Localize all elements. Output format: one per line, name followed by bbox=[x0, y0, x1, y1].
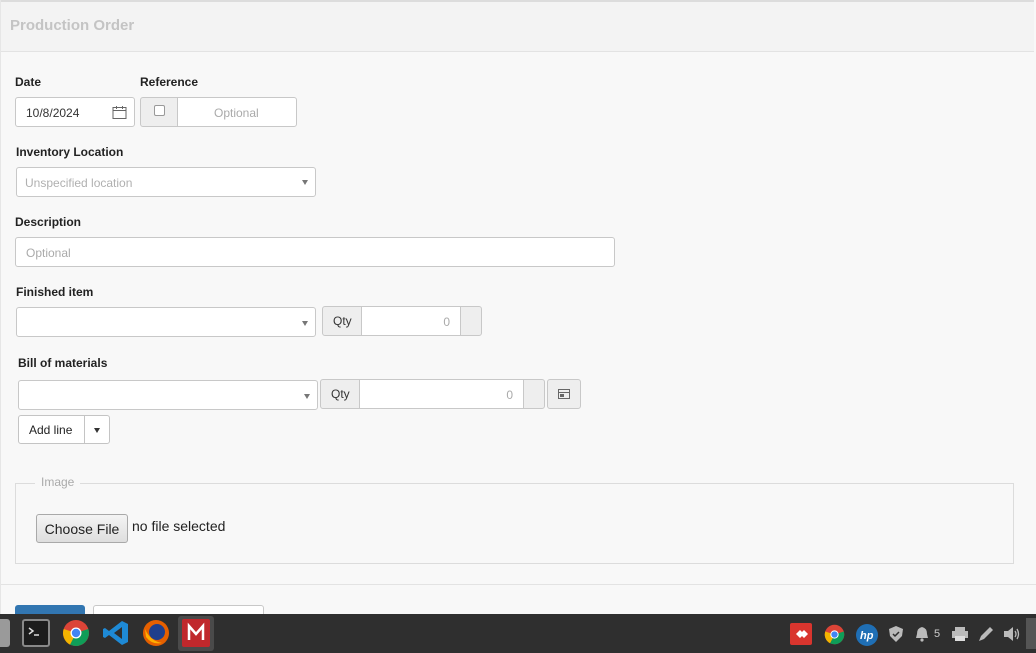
page-header: Production Order bbox=[1, 0, 1034, 52]
finished-item-label: Finished item bbox=[16, 285, 94, 299]
reference-placeholder: Optional bbox=[214, 106, 259, 120]
active-app-highlight bbox=[178, 616, 214, 651]
inventory-location-select[interactable]: Unspecified location bbox=[16, 167, 316, 197]
finished-item-qty-addon: Qty bbox=[322, 306, 362, 336]
reference-label: Reference bbox=[140, 75, 199, 89]
inventory-location-placeholder: Unspecified location bbox=[25, 176, 133, 190]
notification-count: 5 bbox=[934, 628, 941, 640]
choose-file-button[interactable]: Choose File bbox=[36, 514, 128, 543]
volume-icon[interactable] bbox=[1003, 625, 1021, 643]
hp-icon[interactable]: hp bbox=[855, 623, 879, 647]
finished-item-select[interactable] bbox=[16, 307, 316, 337]
secondary-button[interactable] bbox=[93, 605, 264, 614]
notification-bell-icon[interactable] bbox=[913, 625, 931, 643]
pen-icon[interactable] bbox=[977, 625, 995, 643]
printer-icon[interactable] bbox=[951, 625, 969, 643]
file-status: no file selected bbox=[132, 518, 226, 534]
taskbar: hp 5 bbox=[0, 614, 1036, 653]
bom-qty-addon: Qty bbox=[320, 379, 360, 409]
chrome-icon[interactable] bbox=[62, 619, 90, 647]
add-line-button[interactable]: Add line bbox=[18, 415, 85, 444]
finished-item-qty-label: Qty bbox=[333, 314, 352, 328]
finished-item-unit-addon bbox=[460, 306, 482, 336]
chevron-down-icon bbox=[304, 394, 310, 399]
page-title: Production Order bbox=[10, 17, 135, 34]
date-value: 10/8/2024 bbox=[26, 106, 80, 120]
bom-qty-value: 0 bbox=[506, 388, 513, 402]
mail-icon[interactable] bbox=[182, 619, 210, 647]
calendar-icon[interactable] bbox=[112, 105, 127, 120]
add-line-label: Add line bbox=[29, 423, 73, 437]
clock-area[interactable] bbox=[1026, 618, 1036, 649]
add-line-dropdown-toggle[interactable] bbox=[84, 415, 110, 444]
bill-of-materials-select[interactable] bbox=[18, 380, 318, 410]
files-icon[interactable] bbox=[0, 619, 10, 647]
description-placeholder: Optional bbox=[26, 246, 71, 260]
footer-divider bbox=[1, 584, 1036, 585]
shield-icon[interactable] bbox=[887, 625, 905, 643]
card-icon bbox=[558, 389, 570, 399]
description-input[interactable]: Optional bbox=[15, 237, 615, 267]
chevron-down-icon bbox=[302, 321, 308, 326]
firefox-icon[interactable] bbox=[142, 619, 170, 647]
finished-item-qty-input[interactable]: 0 bbox=[361, 306, 461, 336]
date-input[interactable]: 10/8/2024 bbox=[15, 97, 135, 127]
finished-item-qty-value: 0 bbox=[443, 315, 450, 329]
bill-of-materials-label: Bill of materials bbox=[18, 356, 108, 370]
reference-checkbox-addon bbox=[140, 97, 178, 127]
reference-checkbox[interactable] bbox=[154, 105, 165, 116]
bom-unit-addon bbox=[523, 379, 545, 409]
chrome-tray-icon[interactable] bbox=[824, 624, 845, 645]
submit-button[interactable] bbox=[15, 605, 85, 614]
chevron-down-icon bbox=[302, 180, 308, 185]
anydesk-icon[interactable] bbox=[790, 623, 812, 645]
inventory-location-label: Inventory Location bbox=[16, 145, 124, 159]
bom-details-button[interactable] bbox=[547, 379, 581, 409]
reference-input[interactable]: Optional bbox=[177, 97, 297, 127]
date-label: Date bbox=[15, 75, 42, 89]
terminal-icon[interactable] bbox=[22, 619, 50, 647]
production-order-page: Production Order Date 10/8/2024 Referenc… bbox=[0, 0, 1036, 614]
description-label: Description bbox=[15, 215, 82, 229]
image-legend: Image bbox=[35, 475, 81, 489]
chevron-down-icon bbox=[94, 428, 100, 433]
bom-qty-input[interactable]: 0 bbox=[359, 379, 524, 409]
bom-qty-label: Qty bbox=[331, 387, 350, 401]
vscode-icon[interactable] bbox=[102, 619, 130, 647]
svg-text:hp: hp bbox=[860, 630, 874, 642]
